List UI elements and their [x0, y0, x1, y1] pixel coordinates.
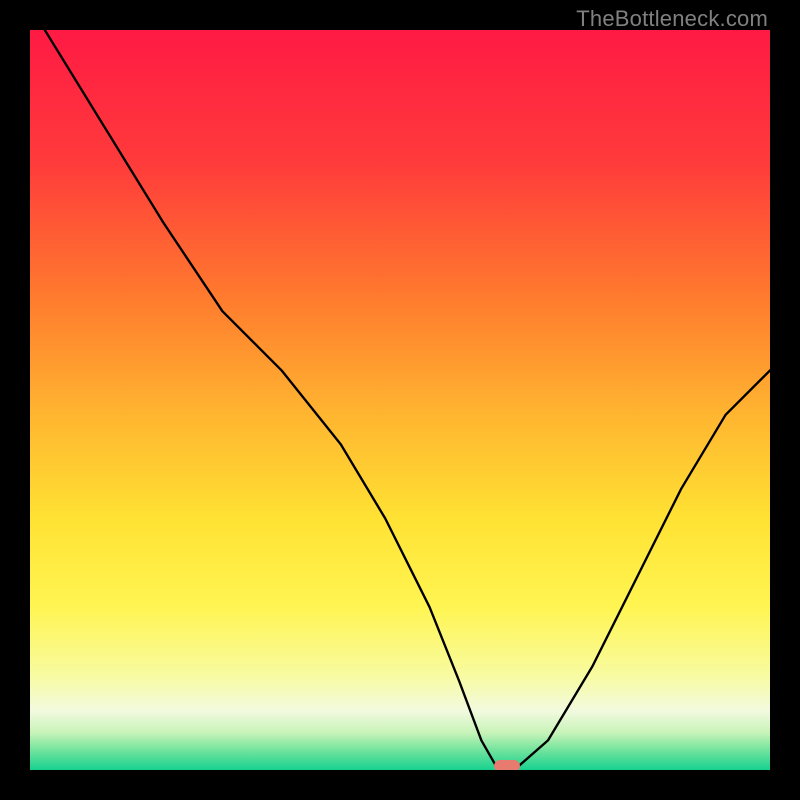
optimal-marker — [494, 760, 520, 770]
watermark-label: TheBottleneck.com — [576, 6, 768, 32]
line-series — [30, 30, 770, 770]
chart-frame: TheBottleneck.com — [0, 0, 800, 800]
plot-area — [30, 30, 770, 770]
